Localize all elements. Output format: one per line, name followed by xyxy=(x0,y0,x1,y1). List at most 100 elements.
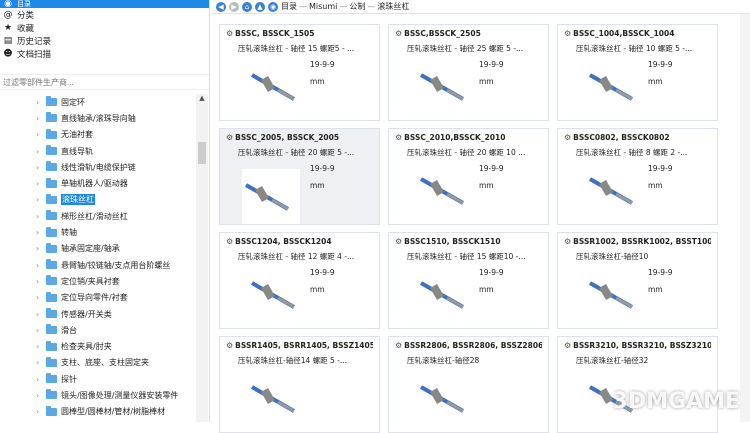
part-date: 19-9-9 xyxy=(648,164,673,173)
breadcrumb-item[interactable]: Misumi xyxy=(309,2,337,11)
part-unit: mm xyxy=(310,181,325,190)
chevron-right-icon[interactable]: › xyxy=(36,407,46,416)
chevron-right-icon[interactable]: › xyxy=(36,244,46,253)
tree-item[interactable]: › 滑台 xyxy=(0,322,196,338)
chevron-right-icon[interactable]: › xyxy=(36,342,46,351)
chevron-right-icon[interactable]: › xyxy=(36,375,46,384)
tree-item[interactable]: › 轴承固定座/轴承 xyxy=(0,241,196,257)
breadcrumb: 目录 — Misumi — 公制 — 滚珠丝杠 xyxy=(281,1,409,12)
part-card[interactable]: ⚙ BSSC_1004,BSSCK_1004 压轧滚珠丝杠 - 轴径 10 螺距 5… xyxy=(557,24,718,121)
part-card[interactable]: ⚙ BSSC_2010,BSSCK_2010 压轧滚珠丝杠 - 轴径 20 螺距 1… xyxy=(388,128,549,225)
gear-icon: ⚙ xyxy=(395,237,403,246)
chevron-right-icon[interactable]: › xyxy=(36,326,46,335)
chevron-right-icon[interactable]: › xyxy=(36,293,46,302)
chevron-right-icon[interactable]: › xyxy=(36,358,46,367)
tree-item[interactable]: › 直线导轨 xyxy=(0,143,196,159)
part-card[interactable]: ⚙ BSSR1405, BSRR1405, BSSZ1405 压轧滚珠丝杠-轴径14… xyxy=(219,336,380,433)
folder-icon xyxy=(46,96,57,107)
chevron-right-icon[interactable]: › xyxy=(36,195,46,204)
part-card[interactable]: ⚙ BSSR1002, BSSRK1002, BSST100 压轧滚珠丝杠-轴径10… xyxy=(557,232,718,329)
folder-icon xyxy=(46,291,57,302)
chevron-right-icon[interactable]: › xyxy=(36,212,46,221)
chevron-right-icon[interactable]: › xyxy=(36,147,46,156)
part-card[interactable]: ⚙ BSSC0802, BSSCK0802 压轧滚珠丝杠 - 轴径 8 螺距 2 -… xyxy=(557,128,718,225)
gear-icon: ⚙ xyxy=(226,133,234,142)
part-title-text: BSSC_2010,BSSCK_2010 xyxy=(404,133,506,142)
part-description: 压轧滚珠丝杠 - 轴径 15 螺距5 - ... xyxy=(238,44,355,53)
ball-screw-thumbnail xyxy=(248,381,298,417)
chevron-right-icon[interactable]: › xyxy=(36,228,46,237)
scroll-up-icon[interactable]: ▲ xyxy=(196,94,208,106)
tree-item[interactable]: › 定位销/夹具衬套 xyxy=(0,273,196,289)
tree-item[interactable]: › 单轴机器人/驱动器 xyxy=(0,175,196,191)
part-card[interactable]: ⚙ BSSC1204, BSSCK1204 压轧滚珠丝杠 - 轴径 12 螺距 4 … xyxy=(219,232,380,329)
folder-icon xyxy=(46,242,57,253)
at-icon: @ xyxy=(3,9,13,20)
folder-icon xyxy=(46,112,57,123)
sidebar-item[interactable]: ◉ 目录 xyxy=(0,0,209,9)
sidebar-item[interactable]: ☻ 文档扫描 xyxy=(0,47,209,60)
breadcrumb-item[interactable]: 滚珠丝杠 xyxy=(377,1,409,12)
part-unit: mm xyxy=(479,285,494,294)
tree-item[interactable]: › 传感器/开关类 xyxy=(0,306,196,322)
part-description: 压轧滚珠丝杠 - 轴径 20 螺距 5 -... xyxy=(238,148,355,157)
chevron-right-icon[interactable]: › xyxy=(36,98,46,107)
tree-item[interactable]: › 圆棒型/圆棒材/管材/树脂棒材 xyxy=(0,404,196,420)
part-card[interactable]: ⚙ BSSC,BSSCK_2505 压轧滚珠丝杠 - 轴径 25 螺距 5 -...… xyxy=(388,24,549,121)
tree-item[interactable]: › 滚珠丝杠 xyxy=(0,192,196,208)
part-description: 压轧滚珠丝杠-轴径28 xyxy=(407,356,480,365)
tree-item[interactable]: › 探针 xyxy=(0,371,196,387)
tree-item[interactable]: › 检查夹具/肘夹 xyxy=(0,338,196,354)
sidebar-item[interactable]: @ 分类 xyxy=(0,8,209,21)
back-icon[interactable]: ◀ xyxy=(216,1,226,12)
tree-item[interactable]: › 固定环 xyxy=(0,94,196,110)
home-icon[interactable]: ⌂ xyxy=(242,1,252,12)
breadcrumb-item[interactable]: 目录 xyxy=(281,1,297,12)
filter-manufacturer-input[interactable] xyxy=(0,74,209,90)
forward-icon[interactable]: ▶ xyxy=(229,1,239,12)
tree-item[interactable]: › 无油衬套 xyxy=(0,127,196,143)
tree-item[interactable]: › 定位导向零件/衬套 xyxy=(0,290,196,306)
part-card[interactable]: ⚙ BSSR3210, BSSR3210, BSSZ3210 压轧滚珠丝杠-轴径32 xyxy=(557,336,718,433)
chevron-right-icon[interactable]: › xyxy=(36,130,46,139)
part-card[interactable]: ⚙ BSSC, BSSCK_1505 压轧滚珠丝杠 - 轴径 15 螺距5 - ..… xyxy=(219,24,380,121)
chevron-right-icon[interactable]: › xyxy=(36,179,46,188)
tree-item[interactable]: › 直线轴承/滚珠导向轴 xyxy=(0,110,196,126)
tree-item-label: 滚珠丝杠 xyxy=(61,194,95,206)
tree-item[interactable]: › 镜头/图像处理/测量仪器安装零件 xyxy=(0,387,196,403)
gear-icon: ⚙ xyxy=(395,133,403,142)
tree-item[interactable]: › 支柱、底座、支柱固定夹 xyxy=(0,355,196,371)
tree-item-label: 直线导轨 xyxy=(61,146,93,156)
part-title-text: BSSR2806, BSSR2806, BSSZ2806 xyxy=(404,341,542,350)
main-scrollbar[interactable] xyxy=(740,14,750,422)
tree-item[interactable]: › 线性滑轨/电缆保护链 xyxy=(0,159,196,175)
part-description: 压轧滚珠丝杠 - 轴径 8 螺距 2 -... xyxy=(576,148,688,157)
folder-icon xyxy=(46,177,57,188)
scan-icon: ☻ xyxy=(3,48,13,59)
sidebar-item[interactable]: ▤ 历史记录 xyxy=(0,34,209,47)
part-description: 压轧滚珠丝杠 - 轴径 12 螺距 4 -... xyxy=(238,252,355,261)
tree-item[interactable]: › 梯形丝杠/滑动丝杠 xyxy=(0,208,196,224)
part-date: 19-9-9 xyxy=(479,268,504,277)
ball-screw-thumbnail xyxy=(586,277,636,313)
tree-item[interactable]: › 转轴 xyxy=(0,224,196,240)
up-icon[interactable]: ▲ xyxy=(255,1,265,12)
breadcrumb-item[interactable]: 公制 xyxy=(349,1,365,12)
part-title: ⚙ BSSC_2005, BSSCK_2005 xyxy=(226,133,373,142)
part-description: 压轧滚珠丝杠-轴径32 xyxy=(576,356,649,365)
part-title: ⚙ BSSC,BSSCK_2505 xyxy=(395,29,542,38)
part-title-text: BSSC,BSSCK_2505 xyxy=(404,29,481,38)
tree-item[interactable]: › 悬臂轴/铰链轴/支点用台阶螺丝 xyxy=(0,257,196,273)
chevron-right-icon[interactable]: › xyxy=(36,163,46,172)
chevron-right-icon[interactable]: › xyxy=(36,261,46,270)
part-card[interactable]: ⚙ BSSR2806, BSSR2806, BSSZ2806 压轧滚珠丝杠-轴径28 xyxy=(388,336,549,433)
tree-scrollbar[interactable]: ▲ xyxy=(196,94,208,422)
part-card[interactable]: ⚙ BSSC1510, BSSCK1510 压轧滚珠丝杠 - 轴径 15 螺距10 … xyxy=(388,232,549,329)
chevron-right-icon[interactable]: › xyxy=(36,277,46,286)
chevron-right-icon[interactable]: › xyxy=(36,114,46,123)
scrollbar-thumb[interactable] xyxy=(198,142,206,164)
sidebar-item[interactable]: ★ 收藏 xyxy=(0,21,209,34)
chevron-right-icon[interactable]: › xyxy=(36,391,46,400)
part-card[interactable]: ⚙ BSSC_2005, BSSCK_2005 压轧滚珠丝杠 - 轴径 20 螺距 … xyxy=(219,128,380,225)
chevron-right-icon[interactable]: › xyxy=(36,310,46,319)
